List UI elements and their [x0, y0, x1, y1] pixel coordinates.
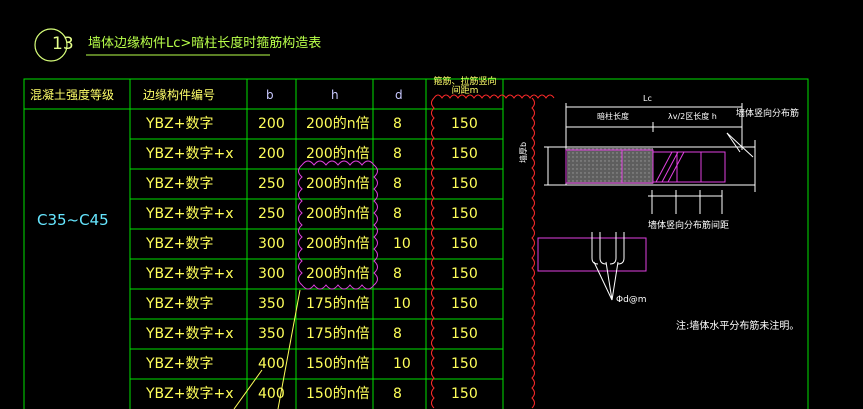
- wall-vertical-bar-label: 墙体竖向分布筋: [736, 109, 800, 119]
- table-cell-b: 300: [258, 266, 285, 282]
- table-cell-component: YBZ+数字: [146, 296, 214, 312]
- table-cell-d: 8: [393, 326, 402, 342]
- table-cell-h: 200的n倍: [306, 206, 370, 222]
- table-cell-component: YBZ+数字+x: [146, 206, 234, 222]
- table-cell-spacing: 150: [451, 326, 478, 342]
- table-cell-b: 200: [258, 116, 285, 132]
- table-cell-spacing: 150: [451, 296, 478, 312]
- drawing-linework: [23, 28, 809, 409]
- table-cell-d: 10: [393, 236, 411, 252]
- table-cell-spacing: 150: [451, 206, 478, 222]
- table-cell-b: 250: [258, 176, 285, 192]
- table-cell-component: YBZ+数字: [146, 116, 214, 132]
- header-grade: 混凝土强度等级: [30, 88, 115, 102]
- cad-drawing-canvas: 13 墙体边缘构件Lc>暗柱长度时箍筋构造表 混凝土强度等级 边缘构件编号 b …: [0, 0, 863, 409]
- table-frame: [23, 78, 809, 409]
- table-cell-component: YBZ+数字+x: [146, 266, 234, 282]
- table-cell-component: YBZ+数字: [146, 176, 214, 192]
- drawing-note: 注:墙体水平分布筋未注明。: [676, 321, 800, 332]
- table-cell-h: 150的n倍: [306, 386, 370, 402]
- table-cell-component: YBZ+数字: [146, 236, 214, 252]
- dark-column-length-label: 暗柱长度: [597, 112, 629, 121]
- rebar-label: Φd@m: [616, 295, 647, 305]
- table-cell-b: 400: [258, 356, 285, 372]
- header-b: b: [266, 88, 274, 102]
- table-cell-b: 400: [258, 386, 285, 402]
- table-cell-component: YBZ+数字+x: [146, 146, 234, 162]
- header-h: h: [331, 88, 339, 102]
- table-cell-h: 200的n倍: [306, 266, 370, 282]
- grade-value: C35~C45: [37, 211, 109, 229]
- table-cell-spacing: 150: [451, 356, 478, 372]
- lc-label: Lc: [643, 94, 652, 103]
- table-cell-b: 300: [258, 236, 285, 252]
- table-cell-b: 350: [258, 326, 285, 342]
- header-spacing: 箍筋、拉筋竖向间距m: [433, 77, 497, 97]
- table-cell-component: YBZ+数字+x: [146, 386, 234, 402]
- table-cell-spacing: 150: [451, 176, 478, 192]
- table-cell-spacing: 150: [451, 116, 478, 132]
- table-cell-spacing: 150: [451, 146, 478, 162]
- wall-thickness-label: 墙厚b: [519, 141, 528, 163]
- table-cell-d: 8: [393, 206, 402, 222]
- table-cell-d: 10: [393, 296, 411, 312]
- table-cell-h: 175的n倍: [306, 296, 370, 312]
- wall-detail-drawing: [537, 103, 756, 301]
- drawing-number: 13: [52, 34, 74, 54]
- table-cell-spacing: 150: [451, 236, 478, 252]
- half-length-label: λv/2区长度 h: [668, 112, 717, 121]
- table-cell-h: 200的n倍: [306, 116, 370, 132]
- header-d: d: [395, 88, 403, 102]
- table-cell-d: 8: [393, 146, 402, 162]
- revision-cloud-red: [431, 94, 555, 409]
- table-cell-h: 150的n倍: [306, 356, 370, 372]
- table-cell-h: 200的n倍: [306, 146, 370, 162]
- table-cell-spacing: 150: [451, 386, 478, 402]
- table-cell-b: 200: [258, 146, 285, 162]
- table-cell-spacing: 150: [451, 266, 478, 282]
- table-cell-component: YBZ+数字+x: [146, 326, 234, 342]
- table-cell-d: 8: [393, 266, 402, 282]
- header-component: 边缘构件编号: [143, 88, 216, 102]
- table-cell-d: 8: [393, 386, 402, 402]
- table-cell-h: 175的n倍: [306, 326, 370, 342]
- table-cell-b: 250: [258, 206, 285, 222]
- wall-vertical-spacing-label: 墙体竖向分布筋间距: [648, 221, 730, 231]
- table-cell-h: 200的n倍: [306, 176, 370, 192]
- table-cell-d: 10: [393, 356, 411, 372]
- table-cell-h: 200的n倍: [306, 236, 370, 252]
- table-cell-component: YBZ+数字: [146, 356, 214, 372]
- table-cell-d: 8: [393, 176, 402, 192]
- table-cell-b: 350: [258, 296, 285, 312]
- table-cell-d: 8: [393, 116, 402, 132]
- drawing-title: 墙体边缘构件Lc>暗柱长度时箍筋构造表: [88, 36, 322, 51]
